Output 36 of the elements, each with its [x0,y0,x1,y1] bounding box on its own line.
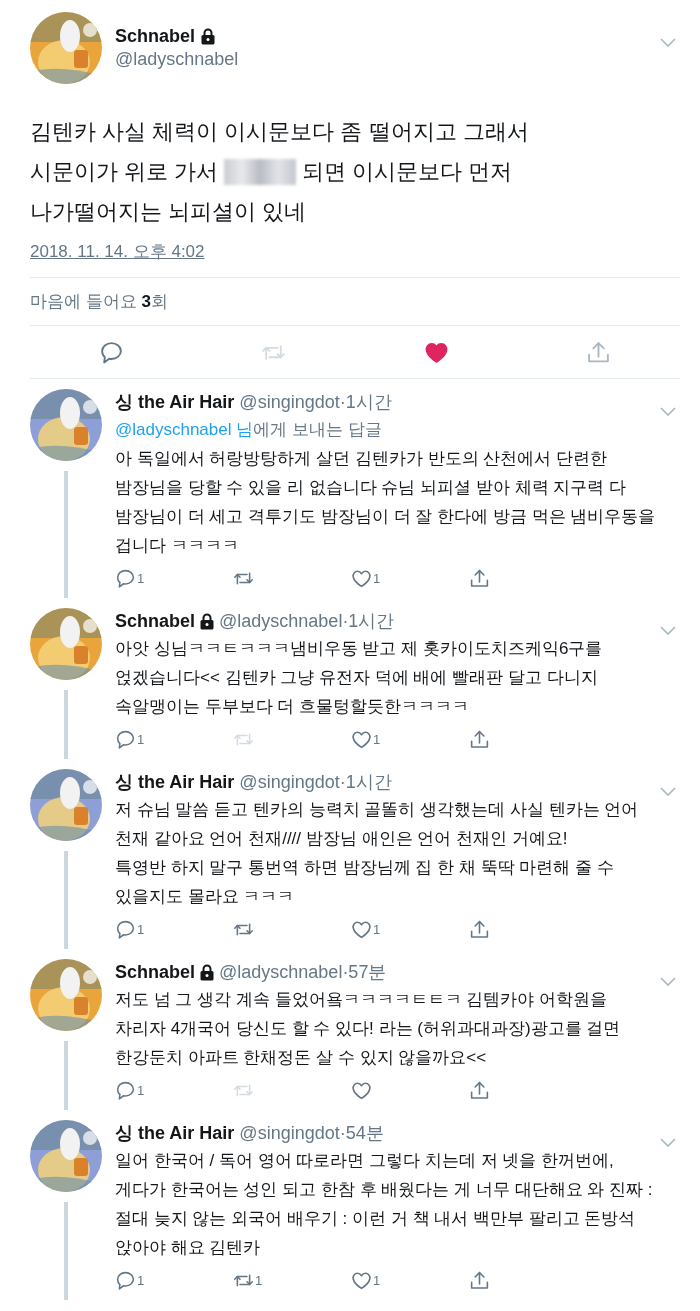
author-handle-and-time[interactable]: @singingdot·54분 [239,1121,384,1145]
share-button[interactable] [469,567,490,589]
share-button[interactable] [469,728,490,750]
author-handle-and-time[interactable]: @ladyschnabel·57분 [219,960,387,984]
reply-button[interactable] [98,339,124,365]
like-button[interactable]: 1 [351,567,381,589]
author-name[interactable]: Schnabel [115,610,196,632]
reply-text: 아 독일에서 허랑방탕하게 살던 김텐카가 반도의 산천에서 단련한 밤장님을 당할 수 있을 리 없습니다 슈님 뇌피셜 받아 체력 지구력 다 밤장님이 더 세고 격투기도 밤장님이 더 잘 한다에 방금 먹은 냄비우동을 겁니다 ㅋㅋㅋㅋ [115,448,657,557]
like-button[interactable]: 1 [351,728,381,750]
author-handle-and-time[interactable]: @ladyschnabel·1시간 [219,609,395,633]
like-button[interactable]: 1 [351,1269,381,1291]
author-handle-and-time[interactable]: @singingdot·1시간 [239,770,392,794]
timestamp-link[interactable]: 2018. 11. 14. 오후 4:02 [30,240,205,263]
tweet-text: 시문이가 위로 가서 [30,158,219,186]
author-name[interactable]: Schnabel [115,961,196,983]
reply-text: 일어 한국어 / 독어 영어 따로라면 그렇다 치는데 저 넷을 한꺼번에, 게다가 한국어는 성인 되고 한참 후 배웠다는 게 너무 대단해요 와 진짜 : 절대 늦지 않는 외국어 배우기 : 이런 거 책 내서 백만부 팔리고 돈방석 앉아야 해요 김텐카 [115,1150,654,1259]
tweet-text: 나가떨어지는 뇌피셜이 있네 [30,198,307,226]
likes-summary[interactable]: 마음에 들어요 3회 [30,292,168,311]
mention-link[interactable]: @ladyschnabel 님 [115,420,254,439]
reply-text: 저도 넘 그 생각 계속 들었어욬ㅋㅋㅋㅋㅌㅌㅋ 김템카야 어학원을 차리자 4개국어 당신도 할 수 있다! 라는 (허위과대과장)광고를 걸면 한강둔치 아파트 한채정돈 살 수 있지 않을까요<< [115,989,622,1069]
author-name[interactable]: Schnabel [115,26,196,47]
share-button[interactable] [469,1079,490,1101]
retweet-button[interactable]: 1 [233,1269,263,1291]
reply-text: 아앗 싱님ㅋㅋㅌㅋㅋㅋ냄비우동 받고 제 홋카이도치즈케익6구를 얹겠습니다<< 김텐카 그냥 유전자 덕에 배에 빨래판 달고 다니지 속알맹이는 두부보다 더 흐물텅할듯한ㅋㅋㅋㅋ [115,638,604,718]
author-name[interactable]: 싱 the Air Hair [115,390,235,414]
share-button[interactable] [469,918,490,940]
author-handle[interactable]: @ladyschnabel [115,49,239,70]
tweet-text: 되면 이시문보다 먼저 [302,158,513,186]
reply-text: 저 슈님 말씀 듣고 텐카의 능력치 골똘히 생각했는데 사실 텐카는 언어 천재 같아요 언어 천재//// 밤장님 애인은 언어 천재인 거예요! 특영반 하지 말구 통번역 하면 밤장님께 집 한 채 뚝딱 마련해 줄 수 있을지도 몰라요 ㅋㅋㅋ [115,799,640,908]
like-button[interactable]: 1 [351,918,381,940]
share-button[interactable] [469,1269,490,1291]
author-handle-and-time[interactable]: @singingdot·1시간 [239,390,392,414]
tweet-text: 김텐카 사실 체력이 이시문보다 좀 떨어지고 그래서 [30,118,529,146]
reply-context: @ladyschnabel 님에게 보내는 답글 [115,419,383,441]
author-name[interactable]: 싱 the Air Hair [115,1121,235,1145]
author-name[interactable]: 싱 the Air Hair [115,770,235,794]
